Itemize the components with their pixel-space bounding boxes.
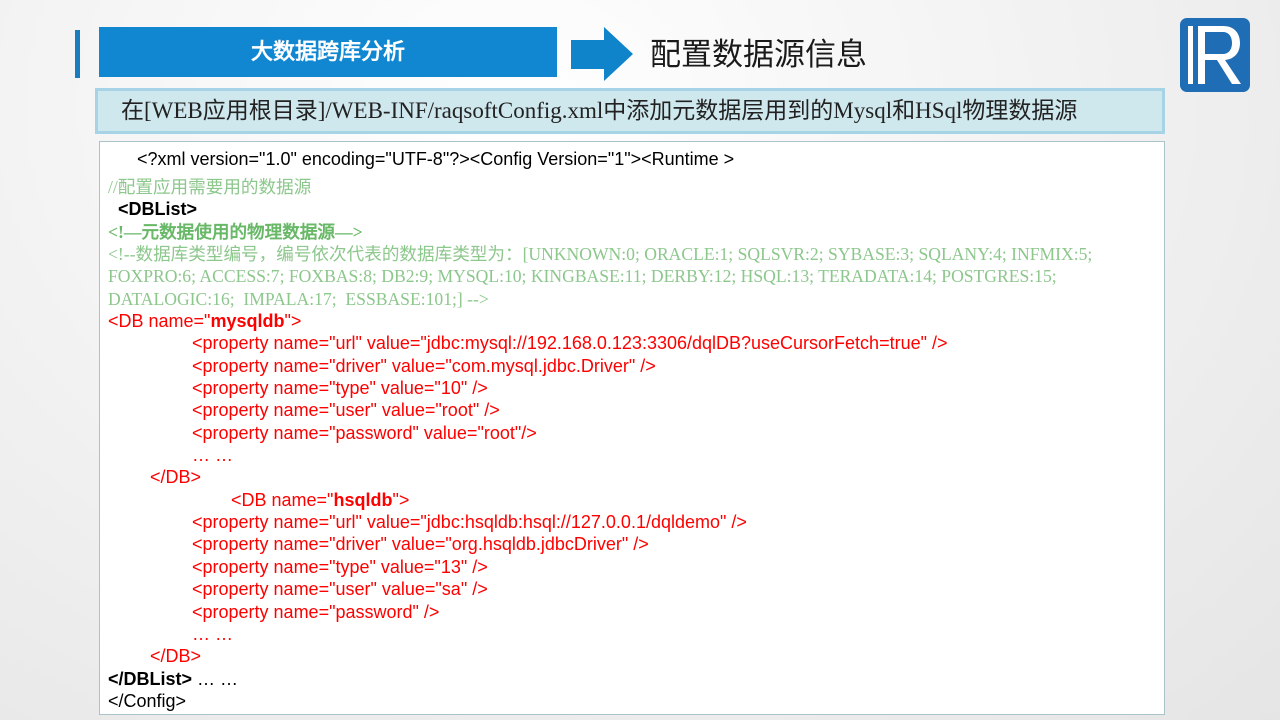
right-arrow-icon — [571, 27, 633, 81]
code-listing: <?xml version="1.0" encoding="UTF-8"?><C… — [99, 141, 1165, 715]
dblist-close-tag: </DBList> — [108, 668, 193, 689]
code-line-hsql-property-user: <property name="user" value="sa" /> — [192, 579, 488, 600]
code-line-xml-declaration: <?xml version="1.0" encoding="UTF-8"?><C… — [137, 149, 735, 169]
db-open-suffix: "> — [392, 489, 410, 510]
code-line-db-hsql-close: </DB> — [150, 646, 202, 667]
code-line-hsql-property-driver: <property name="driver" value="org.hsqld… — [192, 534, 649, 555]
code-line-hsql-property-type: <property name="type" value="13" /> — [192, 556, 488, 577]
db-name-hsqldb: hsqldb — [333, 489, 393, 510]
code-line-hsql-ellipsis: … … — [192, 623, 234, 644]
code-comment-db-types-3: DATALOGIC:16; IMPALA:17; ESSBASE:101;] -… — [108, 288, 489, 309]
code-line-mysql-property-password: <property name="password" value="root"/> — [192, 422, 537, 443]
code-line-mysql-ellipsis: … … — [192, 445, 234, 466]
code-line-db-mysql-open: <DB name="mysqldb"> — [100, 310, 1164, 332]
db-open-prefix: <DB name=" — [108, 311, 211, 332]
accent-bar — [75, 30, 80, 78]
code-comment-metadata: <!—元数据使用的物理数据源—> — [108, 221, 363, 242]
code-line-hsql-property-url: <property name="url" value="jdbc:hsqldb:… — [192, 512, 747, 533]
instruction-banner: 在[WEB应用根目录]/WEB-INF/raqsoftConfig.xml中添加… — [95, 88, 1165, 134]
section-title-box: 大数据跨库分析 — [99, 27, 557, 77]
dblist-close-ellipsis: … … — [192, 668, 239, 689]
code-line-db-mysql-close: </DB> — [150, 467, 202, 488]
db-name-mysqldb: mysqldb — [210, 311, 285, 332]
section-title: 大数据跨库分析 — [250, 39, 405, 64]
raqsoft-logo-icon — [1180, 18, 1250, 92]
code-line-dblist-open: <DBList> — [118, 199, 198, 220]
code-comment-db-types-1: <!--数据库类型编号，编号依次代表的数据库类型为：[UNKNOWN:0; OR… — [108, 244, 1093, 265]
code-comment-db-types-2: FOXPRO:6; ACCESS:7; FOXBAS:8; DB2:9; MYS… — [108, 266, 1057, 287]
code-comment-datasource: //配置应用需要用的数据源 — [108, 176, 312, 197]
code-line-mysql-property-driver: <property name="driver" value="com.mysql… — [192, 355, 656, 376]
code-line-db-hsql-open: <DB name="hsqldb"> — [100, 489, 1164, 511]
code-line-mysql-property-user: <property name="user" value="root" /> — [192, 400, 500, 421]
db-open-suffix: "> — [284, 311, 302, 332]
code-line-dblist-close: </DBList> … … — [100, 668, 1164, 690]
instruction-text: 在[WEB应用根目录]/WEB-INF/raqsoftConfig.xml中添加… — [121, 98, 1078, 123]
code-line-config-close: </Config> — [108, 690, 187, 711]
code-line-mysql-property-type: <property name="type" value="10" /> — [192, 378, 488, 399]
code-line-mysql-property-url: <property name="url" value="jdbc:mysql:/… — [192, 333, 948, 354]
page-title: 配置数据源信息 — [650, 37, 867, 72]
db-open-prefix: <DB name=" — [231, 489, 334, 510]
code-line-hsql-property-password: <property name="password" /> — [192, 601, 440, 622]
